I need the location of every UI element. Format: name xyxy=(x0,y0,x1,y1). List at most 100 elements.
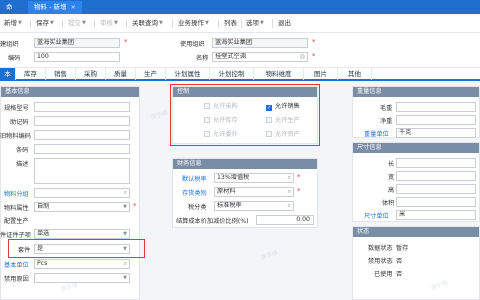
tab-production[interactable]: 生产 xyxy=(136,68,166,80)
group-input[interactable]: ⌕ xyxy=(34,188,130,198)
mnemonic-label: 助记码 xyxy=(10,119,29,126)
disable-reason-label: 禁用原因 xyxy=(4,276,29,283)
tax-class-label: 税分类 xyxy=(188,204,207,211)
close-icon[interactable]: × xyxy=(70,3,75,11)
unit-input[interactable]: Pcs ⌕ xyxy=(34,259,130,269)
search-icon[interactable]: ⌕ xyxy=(124,260,127,268)
kit-highlight-box xyxy=(8,239,145,258)
tab-material-new[interactable]: 物料 - 新增 × xyxy=(28,1,82,14)
tab-inventory[interactable]: 库存 xyxy=(16,68,46,80)
code-input[interactable]: 100 xyxy=(34,52,120,62)
attr-select[interactable]: 自制 ▼ xyxy=(34,202,130,212)
net-weight-label: 净重 xyxy=(380,118,393,125)
tab-images[interactable]: 图片 xyxy=(304,68,338,80)
toolbar-divider xyxy=(241,19,242,28)
use-org-label: 使用组织 xyxy=(180,41,205,48)
required-mark: * xyxy=(297,187,301,195)
basic-info-title: 基本信息 xyxy=(1,87,139,97)
name-value: 挂壁式空调 xyxy=(215,53,246,60)
required-mark: * xyxy=(312,38,316,46)
save-button[interactable]: 保存▼ xyxy=(36,18,54,29)
search-icon[interactable]: ⌕ xyxy=(288,174,291,182)
tab-basic[interactable]: 本 xyxy=(0,68,16,80)
desc-label: 描述 xyxy=(16,161,29,168)
use-org-field[interactable]: 蓝海实业集团 xyxy=(212,38,308,48)
watermark: 演示版 xyxy=(259,249,280,262)
length-input[interactable] xyxy=(396,158,476,168)
disable-status-value: 否 xyxy=(396,258,403,265)
tab-home-label: 命 xyxy=(6,3,13,11)
chevron-down-icon: ▼ xyxy=(114,20,118,26)
create-org-label: 建组织 xyxy=(0,41,19,48)
length-label: 长 xyxy=(388,161,395,168)
required-mark: * xyxy=(312,52,316,60)
use-org-value: 蓝海实业集团 xyxy=(215,39,253,46)
size-unit-value: 米 xyxy=(399,211,406,218)
gross-weight-input[interactable] xyxy=(396,102,476,112)
gross-weight-label: 毛重 xyxy=(380,105,393,112)
tab-home[interactable]: 命 xyxy=(0,1,19,14)
tab-planning-control[interactable]: 计划控制 xyxy=(210,68,254,80)
window-tab-bar: 命 物料 - 新增 × xyxy=(0,0,480,14)
tax-rate-input[interactable]: 13%增值税 ⌕ xyxy=(214,173,294,183)
chevron-down-icon: ▼ xyxy=(123,275,127,281)
new-button[interactable]: 新增▼ xyxy=(4,18,22,29)
search-icon[interactable]: ⌕ xyxy=(288,202,291,210)
height-label: 高 xyxy=(388,187,395,194)
net-weight-input[interactable] xyxy=(396,115,476,125)
stock-type-value: 原材料 xyxy=(217,188,236,195)
list-button[interactable]: 列表 xyxy=(224,18,237,29)
desc-textarea[interactable] xyxy=(34,158,130,184)
weight-unit-input[interactable]: 千克 xyxy=(396,128,476,138)
subitem-select[interactable]: 单选 ▼ xyxy=(34,229,130,239)
old-code-input[interactable] xyxy=(34,130,130,140)
toolbar-divider xyxy=(94,19,95,28)
watermark: 演示版 xyxy=(149,109,170,122)
code-value: 100 xyxy=(37,53,49,60)
audit-button[interactable]: 审核▼ xyxy=(100,18,118,29)
height-input[interactable] xyxy=(396,184,476,194)
globe-icon[interactable]: ◎ xyxy=(300,53,305,61)
exit-button-label: 退出 xyxy=(278,19,291,27)
search-icon[interactable]: ⌕ xyxy=(124,189,127,197)
save-button-label: 保存 xyxy=(36,19,49,27)
used-value: 否 xyxy=(396,271,403,278)
exit-button[interactable]: 退出 xyxy=(278,18,291,29)
related-query-button[interactable]: 关联查询▼ xyxy=(132,18,163,29)
barcode-input[interactable] xyxy=(34,144,130,154)
cost-ratio-input[interactable]: 0.00 xyxy=(256,215,314,225)
tax-class-input[interactable]: 标准税率 ⌕ xyxy=(214,201,294,211)
business-ops-button[interactable]: 业务操作▼ xyxy=(178,18,209,29)
name-input[interactable]: 挂壁式空调 ◎ xyxy=(212,52,308,62)
barcode-label: 条码 xyxy=(16,147,29,154)
submit-button[interactable]: 提交▼ xyxy=(68,18,86,29)
tab-purchase[interactable]: 采购 xyxy=(76,68,106,80)
create-org-field[interactable]: 蓝海实业集团 xyxy=(34,38,120,48)
spec-input[interactable] xyxy=(34,102,130,112)
chevron-down-icon: ▼ xyxy=(123,231,127,237)
tab-other[interactable]: 其他 xyxy=(338,68,372,80)
tab-planning-attr[interactable]: 计划属性 xyxy=(166,68,210,80)
width-input[interactable] xyxy=(396,171,476,181)
status-title: 状态 xyxy=(353,227,479,237)
mnemonic-input[interactable] xyxy=(34,116,130,126)
tab-material-dimension[interactable]: 物料维度 xyxy=(254,68,304,80)
required-mark: * xyxy=(133,202,137,210)
disable-reason-select[interactable]: ▼ xyxy=(34,273,130,283)
stock-type-input[interactable]: 原材料 ⌕ xyxy=(214,187,294,197)
list-button-label: 列表 xyxy=(224,19,237,27)
search-icon[interactable]: ⌕ xyxy=(288,188,291,196)
data-status-label: 数据状态 xyxy=(368,245,393,252)
audit-button-label: 审核 xyxy=(100,19,113,27)
size-unit-input[interactable]: 米 xyxy=(396,210,476,220)
weight-unit-label: 重量单位 xyxy=(364,131,389,138)
business-ops-label: 业务操作 xyxy=(178,19,204,27)
toolbar-divider xyxy=(218,19,219,28)
volume-label: 体积 xyxy=(382,200,395,207)
volume-input[interactable] xyxy=(396,197,476,207)
tab-quality[interactable]: 质量 xyxy=(106,68,136,80)
cost-ratio-value: 0.00 xyxy=(296,216,310,223)
size-unit-label: 尺寸单位 xyxy=(364,213,389,220)
options-button[interactable]: 选项▼ xyxy=(246,18,264,29)
tab-sales[interactable]: 销售 xyxy=(46,68,76,80)
